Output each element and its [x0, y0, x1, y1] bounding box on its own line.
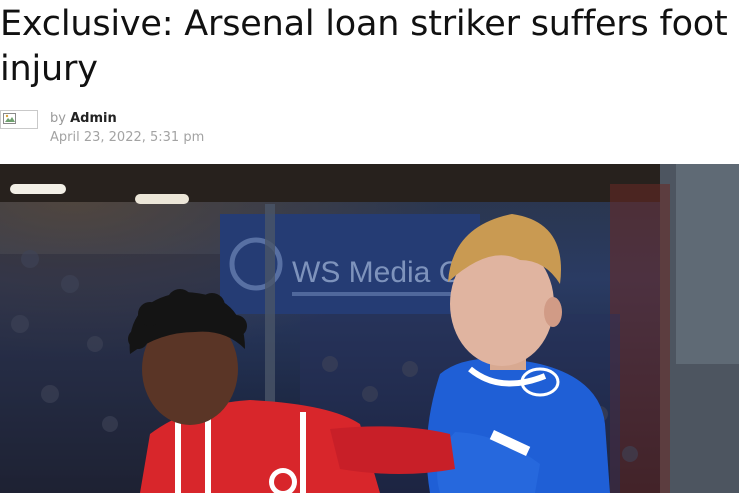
byline: by Admin: [50, 110, 117, 127]
byline-prefix: by: [50, 111, 66, 126]
author-avatar[interactable]: [0, 110, 38, 129]
author-link[interactable]: Admin: [70, 111, 117, 126]
article-title: Exclusive: Arsenal loan striker suffers …: [0, 4, 728, 89]
hero-photo: WS Media Gr: [0, 164, 739, 493]
post-date: April 23, 2022, 5:31 pm: [50, 130, 205, 145]
banner-text: WS Media Gr: [292, 256, 472, 289]
broken-image-icon: [3, 113, 16, 124]
hero-image: WS Media Gr: [0, 164, 739, 493]
